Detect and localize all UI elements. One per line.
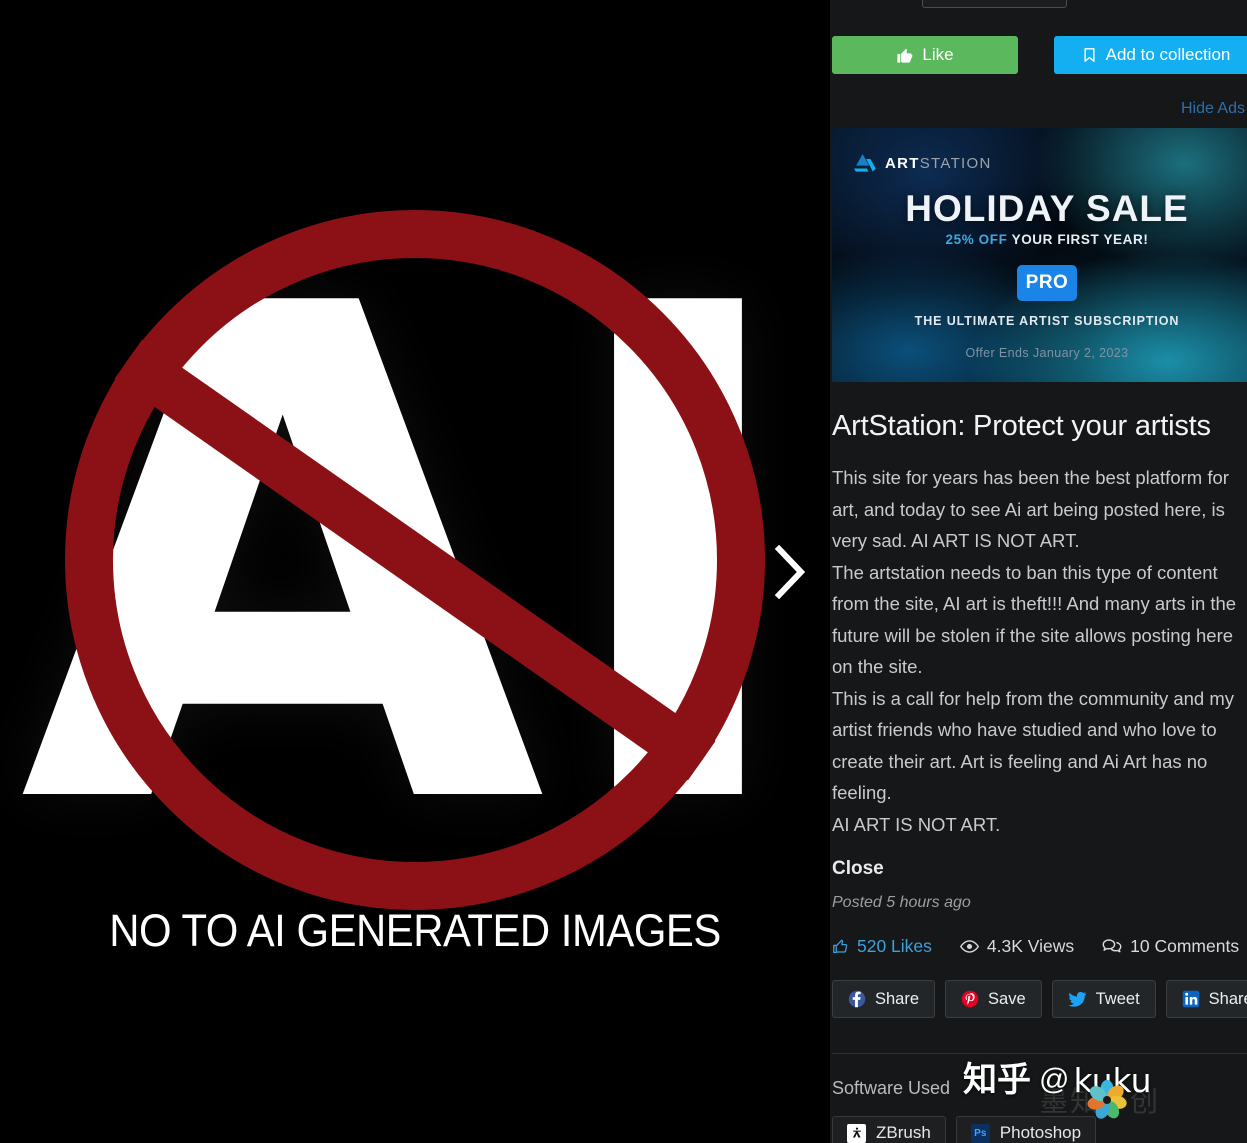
artstation-wordmark-light: STATION bbox=[919, 154, 992, 172]
ad-offer-ends: Offer Ends January 2, 2023 bbox=[965, 346, 1129, 360]
add-to-collection-button[interactable]: Add to collection bbox=[1054, 36, 1247, 74]
stat-likes-label: 520 Likes bbox=[857, 936, 932, 956]
cropped-top-control[interactable] bbox=[922, 0, 1067, 8]
post-action-row: Like Add to collection bbox=[832, 36, 1247, 74]
share-facebook-button[interactable]: Share bbox=[832, 980, 936, 1018]
advertisement-banner[interactable]: ARTSTATION HOLIDAY SALE 25% OFF YOUR FIR… bbox=[832, 128, 1247, 382]
no-ai-sign: AI bbox=[19, 163, 811, 955]
ad-discount-amount: 25% OFF bbox=[945, 232, 1008, 247]
artstation-logo-icon bbox=[854, 154, 876, 172]
ad-headline: HOLIDAY SALE bbox=[905, 188, 1189, 229]
pinterest-icon bbox=[961, 990, 979, 1008]
stat-comments[interactable]: 10 Comments bbox=[1102, 936, 1239, 957]
artstation-wordmark-bold: ART bbox=[885, 154, 920, 172]
share-twitter-label: Tweet bbox=[1095, 989, 1140, 1008]
software-tag-photoshop[interactable]: Ps Photoshop bbox=[955, 1116, 1097, 1143]
share-twitter-button[interactable]: Tweet bbox=[1051, 980, 1156, 1018]
share-facebook-label: Share bbox=[875, 989, 920, 1008]
share-pinterest-button[interactable]: Save bbox=[945, 980, 1042, 1018]
artstation-brand: ARTSTATION bbox=[854, 154, 992, 172]
artwork-caption: NO TO AI GENERATED IMAGES bbox=[109, 905, 721, 956]
post-stats: 520 Likes 4.3K Views 10 Comments bbox=[832, 936, 1239, 957]
share-pinterest-label: Save bbox=[988, 989, 1026, 1008]
share-linkedin-button[interactable]: Share bbox=[1165, 980, 1247, 1018]
software-tag-photoshop-label: Photoshop bbox=[999, 1123, 1082, 1142]
thumbs-up-icon bbox=[832, 938, 849, 955]
add-to-collection-label: Add to collection bbox=[1105, 45, 1231, 64]
chevron-right-icon bbox=[773, 544, 807, 599]
close-link[interactable]: Close bbox=[832, 858, 884, 880]
next-image-button[interactable] bbox=[760, 532, 820, 612]
section-divider bbox=[832, 1053, 1247, 1054]
post-title: ArtStation: Protect your artists bbox=[832, 410, 1211, 442]
bookmark-icon bbox=[1082, 46, 1097, 64]
stat-views-label: 4.3K Views bbox=[986, 936, 1075, 956]
facebook-icon bbox=[848, 990, 866, 1008]
page-root: AI NO TO AI GENERATED IMAGES Like Add to… bbox=[0, 0, 1247, 1143]
artwork-image[interactable]: AI NO TO AI GENERATED IMAGES bbox=[0, 0, 830, 1143]
software-tag-zbrush[interactable]: ZBrush bbox=[832, 1116, 946, 1143]
ad-discount-line: 25% OFF YOUR FIRST YEAR! bbox=[832, 232, 1247, 247]
comment-bubbles-icon bbox=[1102, 938, 1122, 955]
software-tag-list: ZBrush Ps Photoshop bbox=[832, 1116, 1097, 1143]
twitter-icon bbox=[1068, 991, 1087, 1008]
software-tag-zbrush-label: ZBrush bbox=[876, 1123, 931, 1142]
stat-likes[interactable]: 520 Likes bbox=[832, 936, 932, 957]
thumbs-up-icon bbox=[896, 47, 913, 64]
stat-comments-label: 10 Comments bbox=[1130, 936, 1240, 956]
posted-timestamp: Posted 5 hours ago bbox=[832, 894, 971, 911]
stat-views: 4.3K Views bbox=[959, 936, 1075, 957]
hide-ads-link[interactable]: Hide Ads bbox=[1181, 100, 1245, 118]
linkedin-icon bbox=[1182, 990, 1200, 1008]
ad-discount-rest: YOUR FIRST YEAR! bbox=[1011, 232, 1149, 247]
ai-letters-text: AI bbox=[19, 163, 811, 955]
artwork-viewer: AI NO TO AI GENERATED IMAGES bbox=[0, 0, 830, 1143]
share-button-row: Share Save Tweet Shar bbox=[832, 980, 1247, 1018]
ad-tagline: THE ULTIMATE ARTIST SUBSCRIPTION bbox=[914, 314, 1180, 328]
photoshop-icon: Ps bbox=[970, 1123, 990, 1143]
software-used-label: Software Used bbox=[832, 1078, 951, 1098]
artstation-wordmark: ARTSTATION bbox=[885, 155, 992, 172]
share-linkedin-label: Share bbox=[1208, 989, 1247, 1008]
ad-pro-badge: PRO bbox=[1017, 265, 1077, 301]
like-button[interactable]: Like bbox=[832, 36, 1018, 74]
eye-icon bbox=[959, 939, 979, 954]
post-sidebar: Like Add to collection Hide Ads ARTSTATI… bbox=[830, 0, 1247, 1143]
post-description: This site for years has been the best pl… bbox=[832, 467, 1237, 835]
like-button-label: Like bbox=[922, 45, 954, 64]
zbrush-icon bbox=[847, 1123, 866, 1143]
